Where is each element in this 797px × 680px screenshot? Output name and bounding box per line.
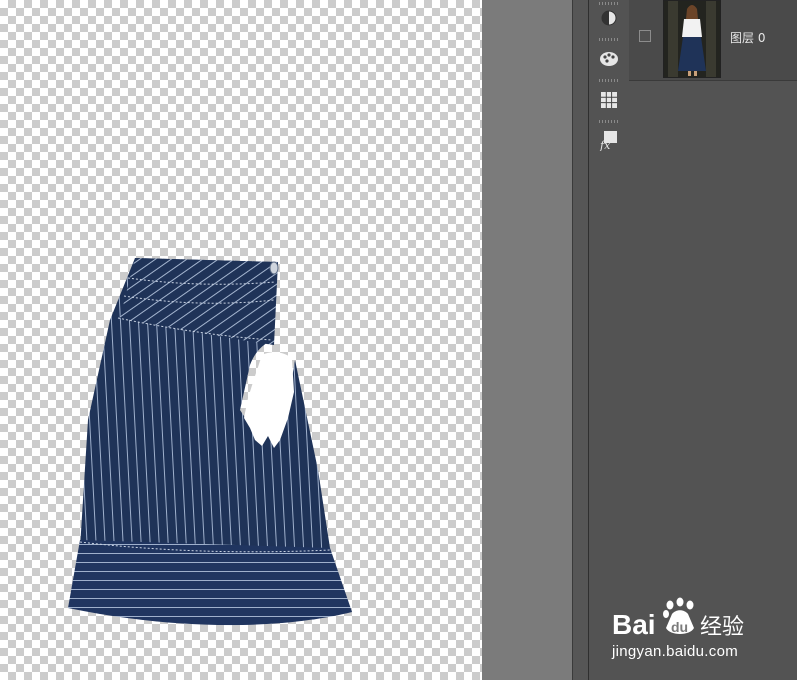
panel-grip[interactable] bbox=[599, 38, 619, 41]
svg-text:fx: fx bbox=[599, 139, 611, 151]
watermark-url: jingyan.baidu.com bbox=[612, 643, 739, 660]
svg-text:Bai: Bai bbox=[612, 609, 656, 640]
document-canvas[interactable] bbox=[0, 0, 482, 680]
baidu-logo: Bai du 经验 bbox=[610, 596, 760, 646]
layer-thumbnail[interactable] bbox=[663, 0, 721, 78]
svg-text:du: du bbox=[671, 619, 688, 635]
swatches-icon[interactable] bbox=[597, 46, 621, 70]
grid-icon[interactable] bbox=[597, 88, 621, 112]
panel-grip[interactable] bbox=[599, 79, 619, 82]
layer-row[interactable]: 图层 0 bbox=[629, 0, 797, 81]
panel-divider[interactable] bbox=[572, 0, 589, 680]
panel-grip[interactable] bbox=[599, 120, 619, 123]
panel-grip[interactable] bbox=[599, 2, 619, 5]
skirt-image bbox=[68, 258, 352, 626]
adjustments-icon[interactable] bbox=[597, 6, 621, 30]
layer-name[interactable]: 图层 0 bbox=[730, 29, 765, 46]
svg-text:经验: 经验 bbox=[700, 615, 744, 640]
layers-panel: 图层 0 bbox=[629, 0, 797, 680]
layer-visibility-checkbox[interactable] bbox=[639, 30, 651, 42]
styles-icon[interactable]: fx bbox=[597, 128, 621, 152]
panel-icon-strip: fx bbox=[588, 0, 630, 680]
pasteboard bbox=[482, 0, 572, 680]
